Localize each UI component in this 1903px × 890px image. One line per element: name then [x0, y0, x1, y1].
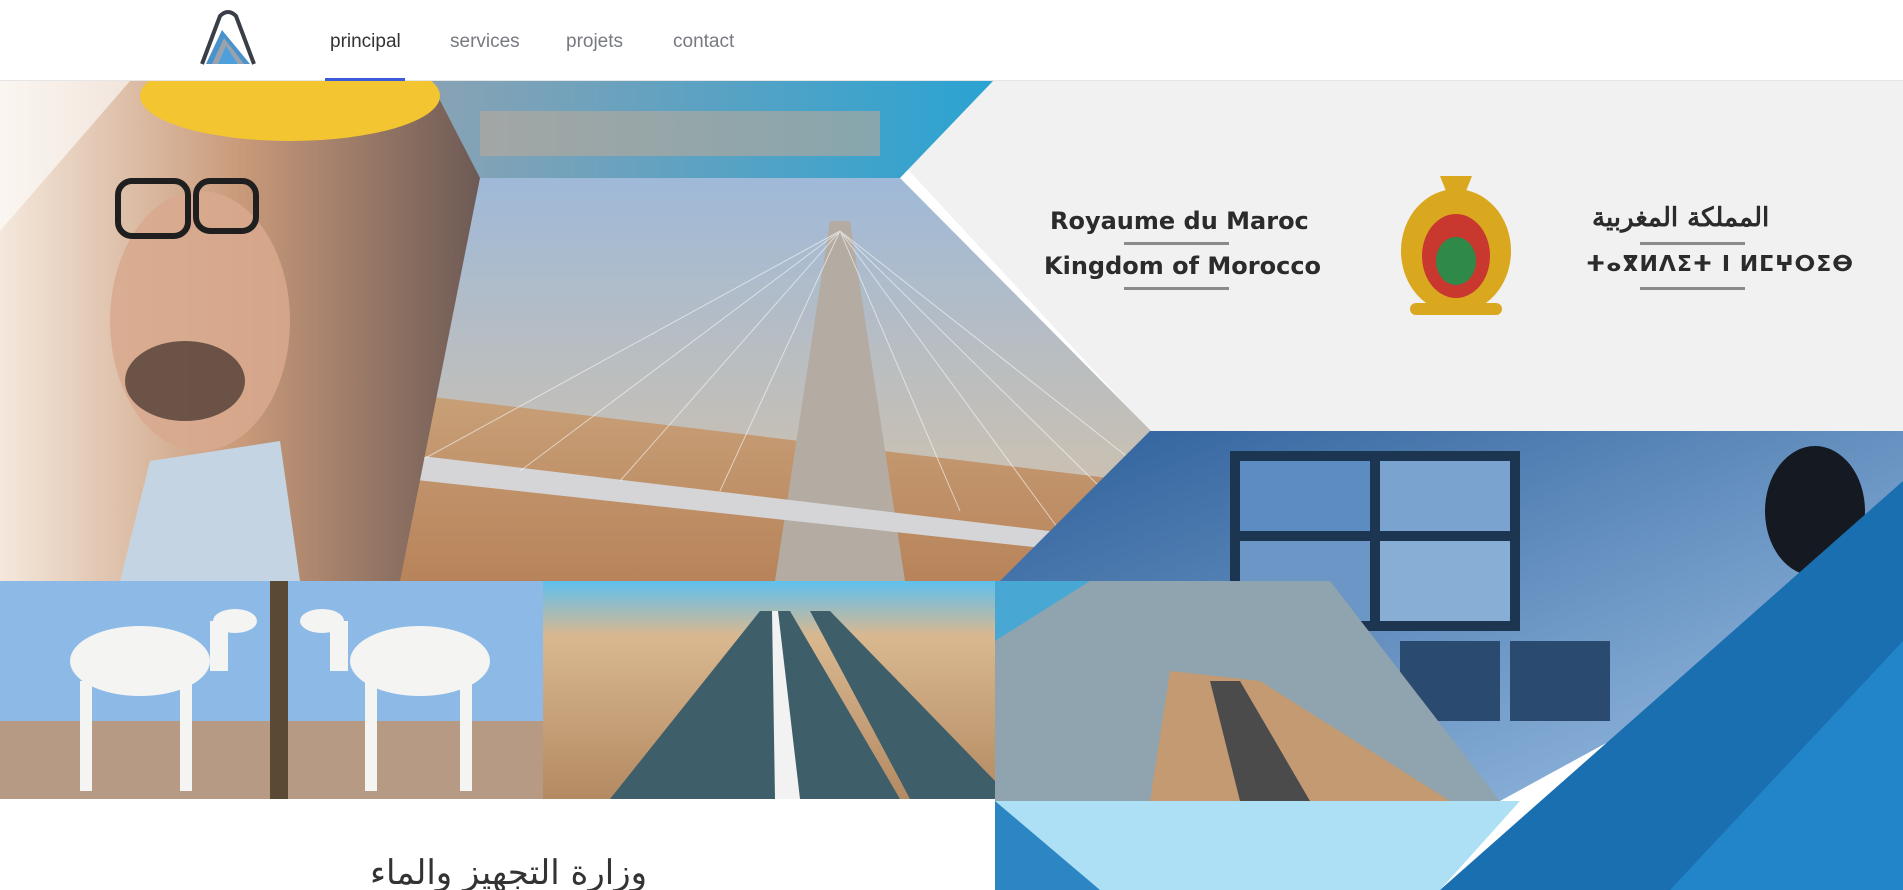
nav-services[interactable]: services: [450, 31, 520, 53]
nav-principal[interactable]: principal: [330, 31, 401, 53]
emblem-rule: [1640, 287, 1745, 290]
emblem-rule: [1640, 242, 1745, 245]
kingdom-name-fr: Royaume du Maroc: [1050, 207, 1309, 235]
nav-contact[interactable]: contact: [673, 31, 734, 53]
kingdom-name-tifinagh: ⵜⴰⴳⵍⴷⵉⵜ ⵏ ⵍⵎⵖⵔⵉⴱ: [1586, 252, 1855, 277]
top-navbar: principal services projets contact: [0, 0, 1903, 81]
ministry-arabic-title: وزارة التجهيز والماء: [370, 853, 648, 890]
kingdom-name-ar: المملكة المغربية: [1592, 203, 1770, 233]
emblem-rule: [1124, 242, 1229, 245]
ministry-logo-icon[interactable]: [198, 8, 258, 68]
active-nav-indicator: [325, 78, 405, 81]
hero-collage: Royaume du Maroc Kingdom of Morocco المم…: [0, 81, 1903, 890]
kingdom-name-en: Kingdom of Morocco: [1044, 252, 1322, 280]
emblem-rule: [1124, 287, 1229, 290]
nav-projets[interactable]: projets: [566, 31, 623, 53]
